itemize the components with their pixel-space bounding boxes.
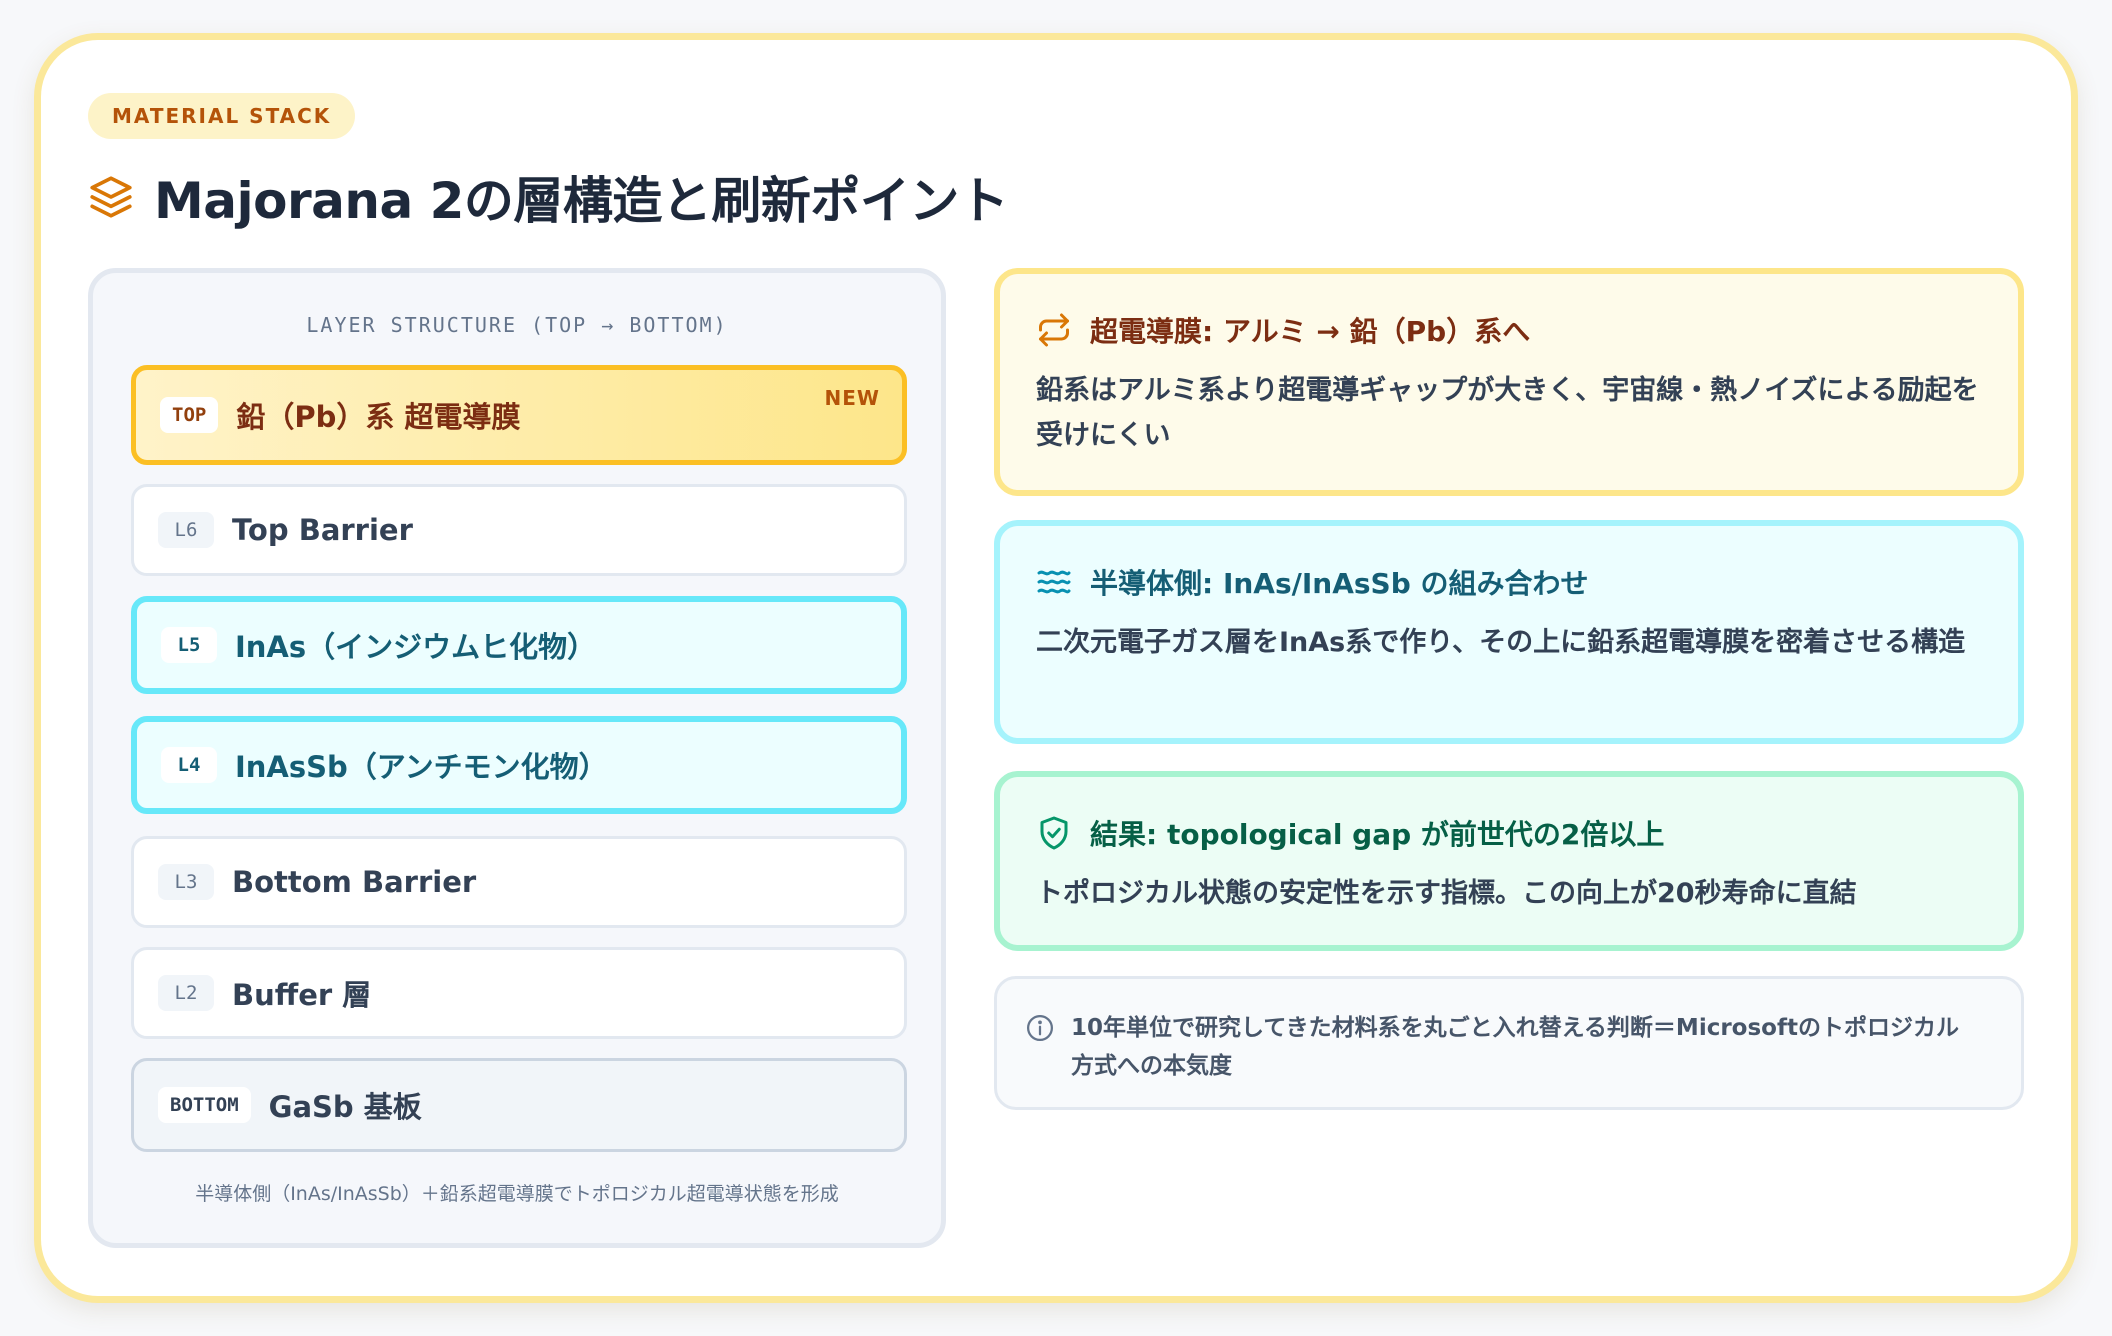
layer-tag: BOTTOM: [158, 1087, 251, 1123]
layer-label: Top Barrier: [232, 513, 413, 547]
layer-label: 鉛（Pb）系 超電導膜: [236, 400, 521, 434]
layer-l5: L5 InAs（インジウムヒ化物）: [131, 596, 907, 694]
note-box: 10年単位で研究してきた材料系を丸ごと入れ替える判断＝Microsoftのトポロ…: [994, 976, 2024, 1110]
card-heading: 超電導膜: アルミ → 鉛（Pb）系へ: [1090, 315, 1531, 348]
layer-tag: TOP: [160, 397, 219, 433]
layer-tag: L2: [158, 975, 214, 1011]
layer-label: Bottom Barrier: [232, 865, 477, 899]
card-heading: 半導体側: InAs/InAsSb の組み合わせ: [1090, 567, 1589, 600]
layers-icon: [90, 176, 132, 218]
layer-tag: L4: [161, 747, 217, 783]
info-card-result: 結果: topological gap が前世代の2倍以上 トポロジカル状態の安…: [994, 771, 2024, 951]
title-row: Majorana 2の層構造と刷新ポイント: [86, 160, 1009, 234]
layer-stack-panel: LAYER STRUCTURE (TOP → BOTTOM) TOP 鉛（Pb）…: [88, 268, 946, 1248]
swap-arrows-icon: [1039, 313, 1069, 347]
layer-bottom: BOTTOM GaSb 基板: [131, 1058, 907, 1152]
new-badge: NEW: [824, 386, 880, 410]
layer-label: InAsSb（アンチモン化物）: [235, 750, 608, 784]
shield-check-icon: [1040, 816, 1068, 850]
layer-l3: L3 Bottom Barrier: [131, 836, 907, 928]
layer-label: Buffer 層: [232, 978, 372, 1012]
layer-tag: L6: [158, 512, 214, 548]
card-heading-row: 超電導膜: アルミ → 鉛（Pb）系へ: [1036, 310, 1982, 350]
layer-l2: L2 Buffer 層: [131, 947, 907, 1039]
card-heading-row: 半導体側: InAs/InAsSb の組み合わせ: [1036, 562, 1982, 602]
waves-icon: [1037, 570, 1071, 594]
note-text: 10年単位で研究してきた材料系を丸ごと入れ替える判断＝Microsoftのトポロ…: [1071, 1015, 1959, 1079]
layer-label: GaSb 基板: [268, 1090, 422, 1124]
layer-l6: L6 Top Barrier: [131, 484, 907, 576]
info-card-superconductor: 超電導膜: アルミ → 鉛（Pb）系へ 鉛系はアルミ系より超電導ギャップが大きく…: [994, 268, 2024, 496]
layer-top: TOP 鉛（Pb）系 超電導膜 NEW: [131, 365, 907, 465]
card-body: トポロジカル状態の安定性を示す指標。この向上が20秒寿命に直結: [1036, 878, 1857, 909]
info-icon: [1027, 1015, 1053, 1041]
layer-l4: L4 InAsSb（アンチモン化物）: [131, 716, 907, 814]
stack-header: LAYER STRUCTURE (TOP → BOTTOM): [306, 313, 728, 337]
info-card-semiconductor: 半導体側: InAs/InAsSb の組み合わせ 二次元電子ガス層をInAs系で…: [994, 520, 2024, 744]
card-heading-row: 結果: topological gap が前世代の2倍以上: [1036, 813, 1982, 853]
card-body: 二次元電子ガス層をInAs系で作り、その上に鉛系超電導膜を密着させる構造: [1036, 627, 1966, 658]
section-badge: MATERIAL STACK: [88, 93, 356, 139]
card-body: 鉛系はアルミ系より超電導ギャップが大きく、宇宙線・熱ノイズによる励起を受けにくい: [1036, 375, 1979, 451]
card-heading: 結果: topological gap が前世代の2倍以上: [1090, 818, 1665, 851]
layer-label: InAs（インジウムヒ化物）: [235, 630, 597, 664]
layer-tag: L5: [161, 627, 217, 663]
layer-tag: L3: [158, 864, 214, 900]
stack-footer: 半導体側（InAs/InAsSb）＋鉛系超電導膜でトポロジカル超電導状態を形成: [195, 1183, 839, 1205]
page-title: Majorana 2の層構造と刷新ポイント: [154, 172, 1009, 230]
